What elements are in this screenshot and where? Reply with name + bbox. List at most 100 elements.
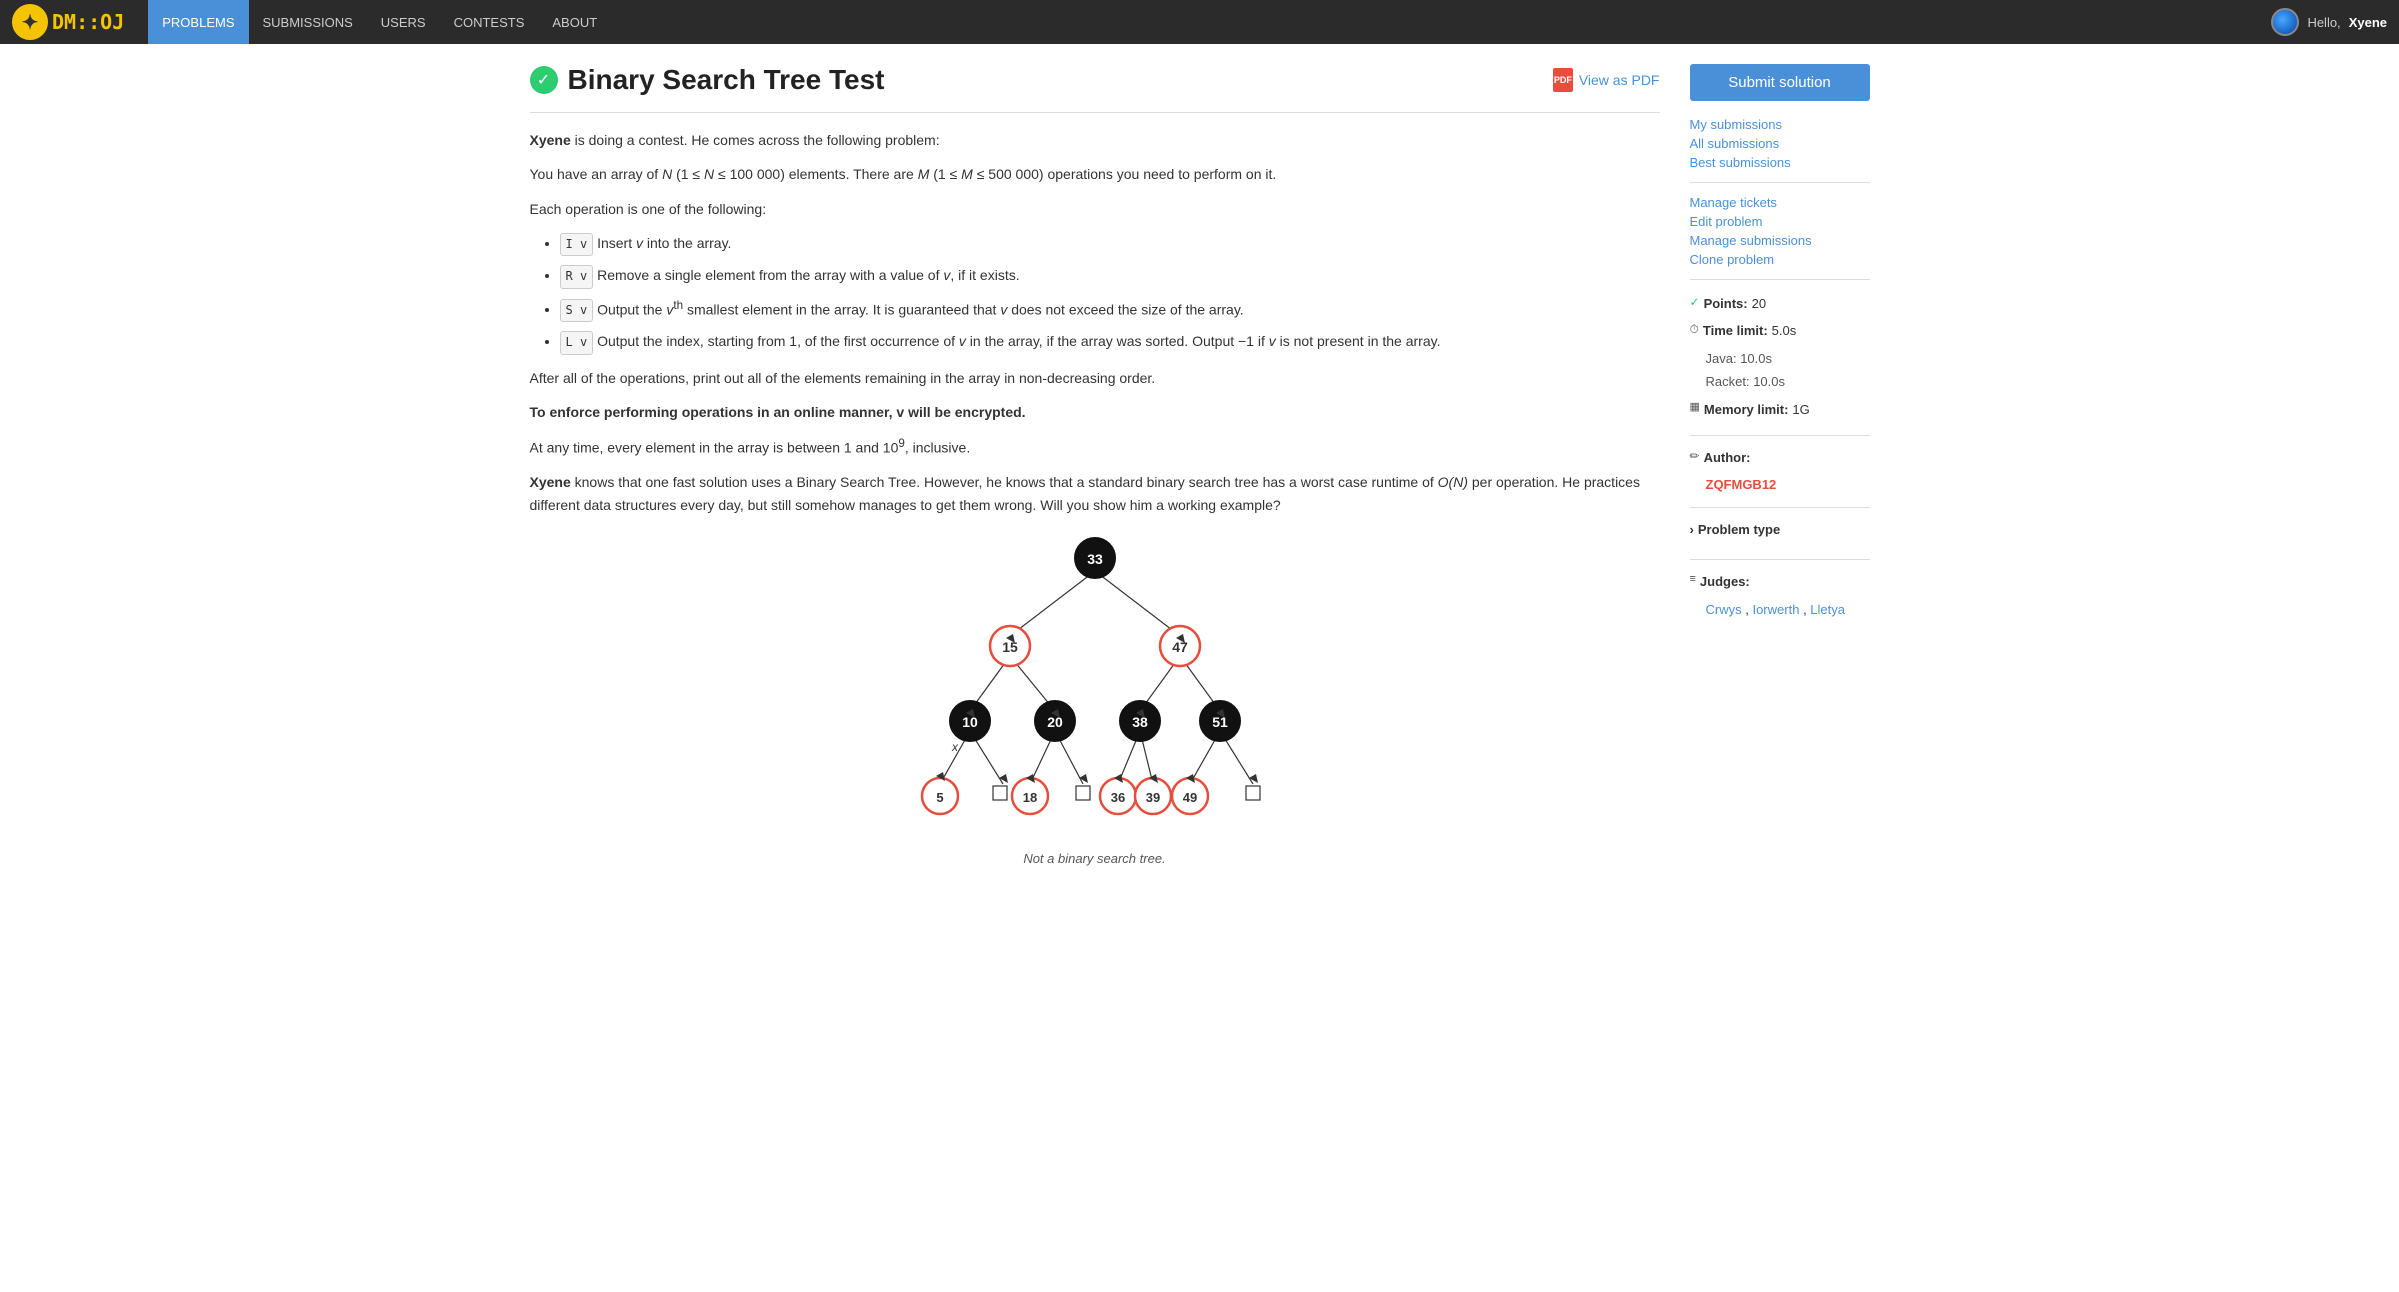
racket-value: 10.0s: [1753, 374, 1785, 389]
memory-limit-row: ▦ Memory limit: 1G: [1690, 398, 1870, 421]
op-remove: R v Remove a single element from the arr…: [560, 264, 1660, 288]
pdf-icon: PDF: [1553, 68, 1573, 92]
svg-text:47: 47: [1172, 639, 1188, 655]
op-remove-kbd: R v: [560, 265, 594, 288]
judges-section: ≡ Judges: Crwys , Iorwerth , Lletya: [1690, 570, 1870, 621]
op-smallest-kbd: S v: [560, 299, 594, 322]
admin-links: Manage tickets Edit problem Manage submi…: [1690, 195, 1870, 280]
op-index-kbd: L v: [560, 331, 594, 354]
problem-type-row[interactable]: › Problem type: [1690, 518, 1870, 541]
bst-svg: 33 15 47 10 x 20: [835, 536, 1355, 836]
op-insert: I v Insert v into the array.: [560, 232, 1660, 256]
intro-text: is doing a contest. He comes across the …: [571, 132, 940, 148]
chevron-right-icon: ›: [1690, 518, 1694, 541]
navbar: ✦ DM::OJ PROBLEMS SUBMISSIONS USERS CONT…: [0, 0, 2399, 44]
svg-text:33: 33: [1087, 551, 1103, 567]
nav-users[interactable]: USERS: [367, 0, 440, 44]
author-section: ✏ Author: ZQFMGB12: [1690, 446, 1870, 508]
main-content: ✓ Binary Search Tree Test PDF View as PD…: [530, 64, 1660, 889]
svg-text:5: 5: [936, 790, 943, 805]
author-row: ✏ Author:: [1690, 446, 1870, 469]
time-limit-label: Time limit:: [1703, 319, 1768, 342]
para6: Xyene knows that one fast solution uses …: [530, 471, 1660, 516]
java-time: Java: 10.0s: [1690, 347, 1870, 370]
judges-list: Crwys , Iorwerth , Lletya: [1690, 598, 1870, 621]
solved-check-icon: ✓: [530, 66, 558, 94]
judge3-link[interactable]: Lletya: [1810, 602, 1845, 617]
judge2-link[interactable]: Iorwerth: [1752, 602, 1799, 617]
edit-problem-link[interactable]: Edit problem: [1690, 214, 1870, 229]
para6-text: knows that one fast solution uses a Bina…: [530, 474, 1640, 512]
bst-diagram: 33 15 47 10 x 20: [530, 536, 1660, 869]
submit-solution-button[interactable]: Submit solution: [1690, 64, 1870, 101]
manage-submissions-link[interactable]: Manage submissions: [1690, 233, 1870, 248]
para5: At any time, every element in the array …: [530, 435, 1660, 459]
svg-text:38: 38: [1132, 714, 1148, 730]
svg-text:10: 10: [962, 714, 978, 730]
view-as-pdf-link[interactable]: PDF View as PDF: [1553, 68, 1660, 92]
para1: You have an array of N (1 ≤ N ≤ 100 000)…: [530, 163, 1660, 185]
author-link[interactable]: ZQFMGB12: [1706, 477, 1777, 492]
judges-label: Judges:: [1700, 570, 1750, 593]
svg-text:51: 51: [1212, 714, 1228, 730]
clock-icon: ⏱: [1690, 319, 1699, 341]
problem-title-row: ✓ Binary Search Tree Test PDF View as PD…: [530, 64, 1660, 113]
svg-text:18: 18: [1022, 790, 1036, 805]
problem-body: Xyene is doing a contest. He comes acros…: [530, 129, 1660, 869]
para2: Each operation is one of the following:: [530, 198, 1660, 220]
sidebar: Submit solution My submissions All submi…: [1690, 64, 1870, 889]
java-label: Java:: [1706, 351, 1737, 366]
logo-text: DM::OJ: [52, 10, 124, 34]
memory-limit-label: Memory limit:: [1704, 398, 1789, 421]
best-submissions-link[interactable]: Best submissions: [1690, 155, 1870, 170]
user-greeting: Hello,: [2307, 15, 2340, 30]
author-name-row: ZQFMGB12: [1690, 473, 1870, 496]
username[interactable]: Xyene: [2349, 15, 2387, 30]
my-submissions-link[interactable]: My submissions: [1690, 117, 1870, 132]
op-index: L v Output the index, starting from 1, o…: [560, 330, 1660, 354]
manage-tickets-link[interactable]: Manage tickets: [1690, 195, 1870, 210]
para6-name: Xyene: [530, 474, 571, 490]
racket-label: Racket:: [1706, 374, 1750, 389]
problem-type-section: › Problem type: [1690, 518, 1870, 560]
nav-problems[interactable]: PROBLEMS: [148, 0, 248, 44]
svg-text:49: 49: [1182, 790, 1196, 805]
author-label: Author:: [1704, 446, 1751, 469]
time-limit-row: ⏱ Time limit: 5.0s: [1690, 319, 1870, 342]
judge1-link[interactable]: Crwys: [1706, 602, 1742, 617]
nav-links: PROBLEMS SUBMISSIONS USERS CONTESTS ABOU…: [148, 0, 611, 44]
points-label: Points:: [1704, 292, 1748, 315]
operations-list: I v Insert v into the array. R v Remove …: [560, 232, 1660, 354]
svg-text:x: x: [951, 740, 959, 754]
problem-title: Binary Search Tree Test: [568, 64, 885, 96]
logo-star-icon: ✦: [12, 4, 48, 40]
logo[interactable]: ✦ DM::OJ: [12, 4, 132, 40]
avatar: [2271, 8, 2299, 36]
java-value: 10.0s: [1740, 351, 1772, 366]
submissions-links: My submissions All submissions Best subm…: [1690, 117, 1870, 183]
points-value: 20: [1752, 292, 1766, 315]
nav-submissions[interactable]: SUBMISSIONS: [249, 0, 367, 44]
problem-type-label: Problem type: [1698, 518, 1780, 541]
time-limit-value: 5.0s: [1772, 319, 1797, 342]
op-smallest: S v Output the vth smallest element in t…: [560, 297, 1660, 323]
clone-problem-link[interactable]: Clone problem: [1690, 252, 1870, 267]
memory-limit-value: 1G: [1792, 398, 1809, 421]
para4: To enforce performing operations in an o…: [530, 401, 1660, 423]
memory-icon: ▦: [1690, 398, 1700, 418]
pdf-link-label: View as PDF: [1579, 72, 1660, 88]
nav-contests[interactable]: CONTESTS: [440, 0, 539, 44]
svg-text:15: 15: [1002, 639, 1018, 655]
nav-about[interactable]: ABOUT: [538, 0, 611, 44]
bst-caption: Not a binary search tree.: [530, 849, 1660, 870]
all-submissions-link[interactable]: All submissions: [1690, 136, 1870, 151]
svg-text:39: 39: [1145, 790, 1159, 805]
nav-user-area: Hello, Xyene: [2271, 8, 2387, 36]
intro-paragraph: Xyene is doing a contest. He comes acros…: [530, 129, 1660, 151]
svg-text:20: 20: [1047, 714, 1063, 730]
svg-text:36: 36: [1110, 790, 1124, 805]
judges-row: ≡ Judges:: [1690, 570, 1870, 593]
para3: After all of the operations, print out a…: [530, 367, 1660, 389]
points-row: ✓ Points: 20: [1690, 292, 1870, 315]
pencil-icon: ✏: [1690, 446, 1700, 468]
